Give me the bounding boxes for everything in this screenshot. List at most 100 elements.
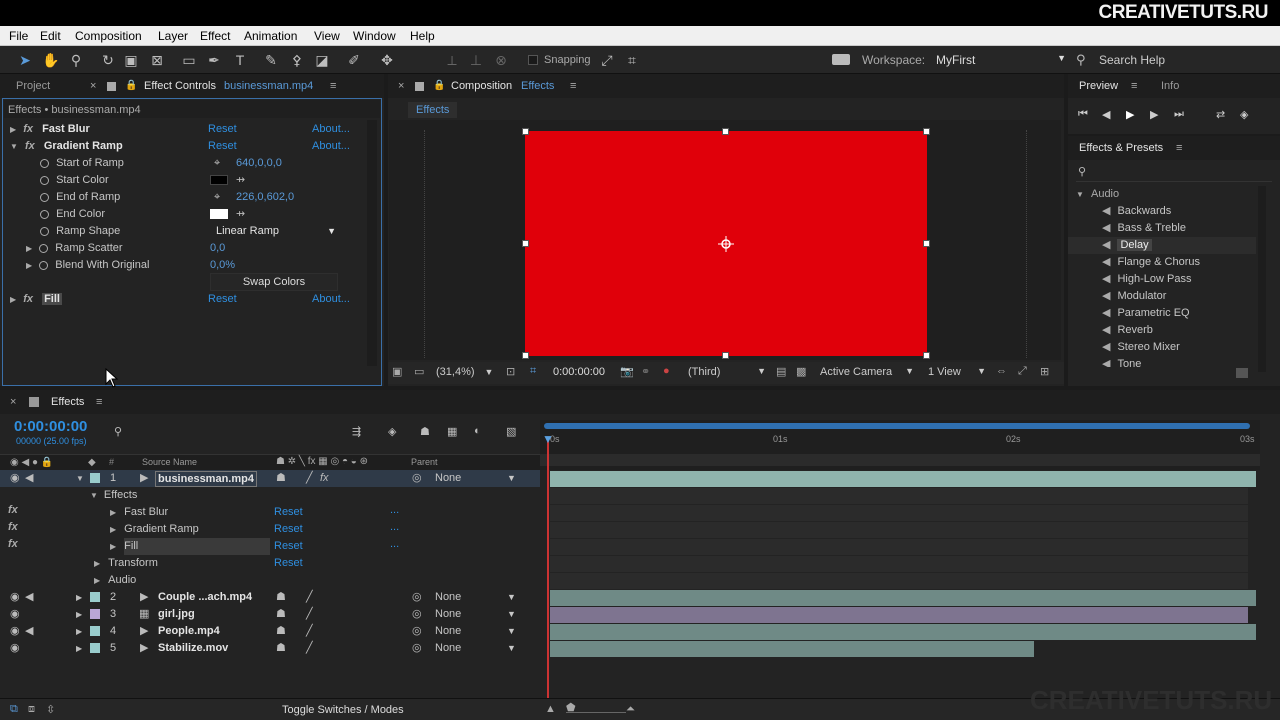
quality-icon[interactable]: ╱	[306, 589, 313, 606]
current-time-indicator[interactable]	[547, 438, 549, 720]
effect-row-fast-blur[interactable]: ▶ fx Fast Blur Reset About...	[10, 121, 370, 137]
param-value[interactable]: 226,0,602,0	[236, 189, 294, 205]
camera-tool-icon[interactable]: ▣	[122, 51, 140, 69]
close-icon[interactable]: ×	[10, 396, 16, 408]
zoom-slider-handle-icon[interactable]: ⬟	[566, 701, 576, 714]
close-icon[interactable]: ×	[90, 80, 96, 92]
pick-whip-icon[interactable]: ◎	[412, 606, 422, 623]
ram-preview-icon[interactable]: ◈	[1240, 108, 1248, 121]
loop-icon[interactable]: ⇄	[1216, 108, 1225, 121]
new-folder-icon[interactable]	[1236, 368, 1248, 378]
expand-triangle-icon[interactable]: ▶	[26, 244, 32, 253]
scrollbar[interactable]	[1258, 186, 1266, 372]
tab-info[interactable]: Info	[1161, 80, 1179, 92]
sub-row-gradient-ramp[interactable]: ▶ Gradient Ramp	[110, 521, 199, 538]
reset-link[interactable]: Reset	[274, 506, 303, 518]
panel-menu-icon[interactable]: ≡	[96, 396, 102, 408]
stopwatch-icon[interactable]	[39, 260, 49, 270]
layer-duration-bar[interactable]	[550, 641, 1034, 657]
lock-icon[interactable]	[107, 82, 116, 91]
stopwatch-icon[interactable]	[40, 158, 49, 168]
transform-handle[interactable]	[923, 128, 930, 135]
layer-name[interactable]: Stabilize.mov	[158, 640, 228, 657]
time-navigator[interactable]	[540, 454, 1260, 466]
swap-colors-button[interactable]: Swap Colors	[210, 273, 338, 291]
parent-select[interactable]: None	[435, 640, 461, 657]
list-item[interactable]: ◀ Flange & Chorus	[1102, 254, 1200, 270]
quality-icon[interactable]: ╱	[306, 640, 313, 657]
sub-row-transform[interactable]: ▶ Transform	[94, 555, 158, 572]
list-item-selected[interactable]: ◀ Delay	[1102, 237, 1152, 253]
eye-icon[interactable]: ◉	[10, 640, 20, 657]
hand-tool-icon[interactable]: ✋	[42, 51, 60, 69]
chevron-down-icon[interactable]: ▼	[507, 589, 516, 606]
selection-tool-icon[interactable]: ➤	[16, 51, 34, 69]
label-color[interactable]	[90, 626, 100, 636]
table-row[interactable]: ◉ ▶ 3 ▦ girl.jpg ☗ ╱ ◎ None ▼	[0, 606, 540, 623]
channel-icon[interactable]: ●	[663, 365, 670, 377]
layer-name[interactable]: People.mp4	[158, 623, 220, 640]
transform-handle[interactable]	[522, 128, 529, 135]
about-link[interactable]: About...	[312, 138, 350, 154]
stopwatch-icon[interactable]	[40, 209, 49, 219]
panel-menu-icon[interactable]: ≡	[1131, 80, 1137, 92]
transform-handle[interactable]	[522, 240, 529, 247]
menu-layer[interactable]: Layer	[158, 29, 188, 43]
motion-blur-icon[interactable]: ◐	[474, 425, 481, 437]
menu-file[interactable]: File	[9, 29, 28, 43]
rotate-tool-icon[interactable]: ↻	[99, 51, 117, 69]
time-ruler-area[interactable]: 0s 01s 02s 03s	[540, 420, 1260, 470]
shy-icon[interactable]: ☗	[276, 623, 286, 640]
fx-icon[interactable]: fx	[8, 521, 18, 533]
toggle-pixel-aspect-icon[interactable]: ⇔	[996, 365, 1007, 377]
fx-icon[interactable]: fx	[23, 123, 33, 135]
layer-name[interactable]: businessman.mp4	[155, 471, 257, 487]
expand-triangle-icon[interactable]: ▶	[76, 606, 82, 623]
draft-3d-icon[interactable]: ◈	[388, 425, 396, 438]
crosshair-icon[interactable]: ⌖	[214, 189, 220, 205]
tab-composition-name[interactable]: Effects	[521, 80, 554, 92]
first-frame-icon[interactable]: ⏮	[1078, 108, 1088, 121]
clone-stamp-tool-icon[interactable]: ⚴	[288, 51, 306, 69]
pick-whip-icon[interactable]: ◎	[412, 470, 422, 487]
scrollbar[interactable]	[367, 120, 377, 366]
stopwatch-icon[interactable]	[40, 192, 49, 202]
frame-blending-icon[interactable]: ▦	[447, 425, 457, 438]
zoom-tool-icon[interactable]: ⚲	[67, 51, 85, 69]
search-icon[interactable]: ⚲	[114, 425, 122, 438]
about-link[interactable]: About...	[312, 121, 350, 137]
expand-triangle-icon[interactable]: ▶	[76, 623, 82, 640]
category-audio[interactable]: ▼ Audio	[1076, 186, 1119, 202]
snapshot-icon[interactable]: 📷	[620, 365, 634, 378]
pick-whip-icon[interactable]: ◎	[412, 589, 422, 606]
audio-icon[interactable]: ◀	[25, 623, 33, 640]
menu-effect[interactable]: Effect	[200, 29, 230, 43]
eye-icon[interactable]: ◉	[10, 470, 20, 487]
list-item[interactable]: ◀ Reverb	[1102, 322, 1153, 338]
end-color-swatch[interactable]	[210, 209, 228, 219]
list-item[interactable]: ◀ Tone	[1102, 356, 1141, 367]
fast-previews-icon[interactable]: ▤	[776, 365, 786, 378]
current-time-display[interactable]: 0:00:00:00	[553, 366, 605, 378]
always-preview-icon[interactable]: ▣	[392, 365, 402, 378]
play-icon[interactable]: ▶	[1126, 108, 1134, 121]
label-color[interactable]	[90, 473, 100, 483]
options-link[interactable]: ...	[390, 521, 399, 533]
tab-effects-presets[interactable]: Effects & Presets	[1079, 142, 1163, 154]
panel-menu-icon[interactable]: ≡	[1176, 142, 1182, 154]
pick-whip-icon[interactable]: ◎	[412, 623, 422, 640]
list-item[interactable]: ◀ Parametric EQ	[1102, 305, 1190, 321]
timeline-timecode[interactable]: 0:00:00:00	[14, 418, 87, 435]
flowchart-icon[interactable]: ⊞	[1040, 365, 1049, 378]
shy-icon[interactable]: ☗	[276, 470, 286, 487]
layer-duration-bar[interactable]	[550, 590, 1256, 606]
expand-triangle-icon[interactable]: ▶	[110, 525, 116, 534]
previous-frame-icon[interactable]: ◀	[1102, 108, 1110, 121]
toggle-transparency-icon[interactable]: ▩	[796, 365, 806, 378]
table-row[interactable]: ◉ ▶ 5 ▶ Stabilize.mov ☗ ╱ ◎ None ▼	[0, 640, 540, 657]
expand-triangle-icon[interactable]: ▶	[110, 508, 116, 517]
layer-name[interactable]: girl.jpg	[158, 606, 195, 623]
composition-chip[interactable]: Effects	[408, 102, 458, 118]
table-row[interactable]: ◉ ◀ ▶ 4 ▶ People.mp4 ☗ ╱ ◎ None ▼	[0, 623, 540, 640]
resolution-select[interactable]: (Third) ▼	[688, 366, 766, 378]
